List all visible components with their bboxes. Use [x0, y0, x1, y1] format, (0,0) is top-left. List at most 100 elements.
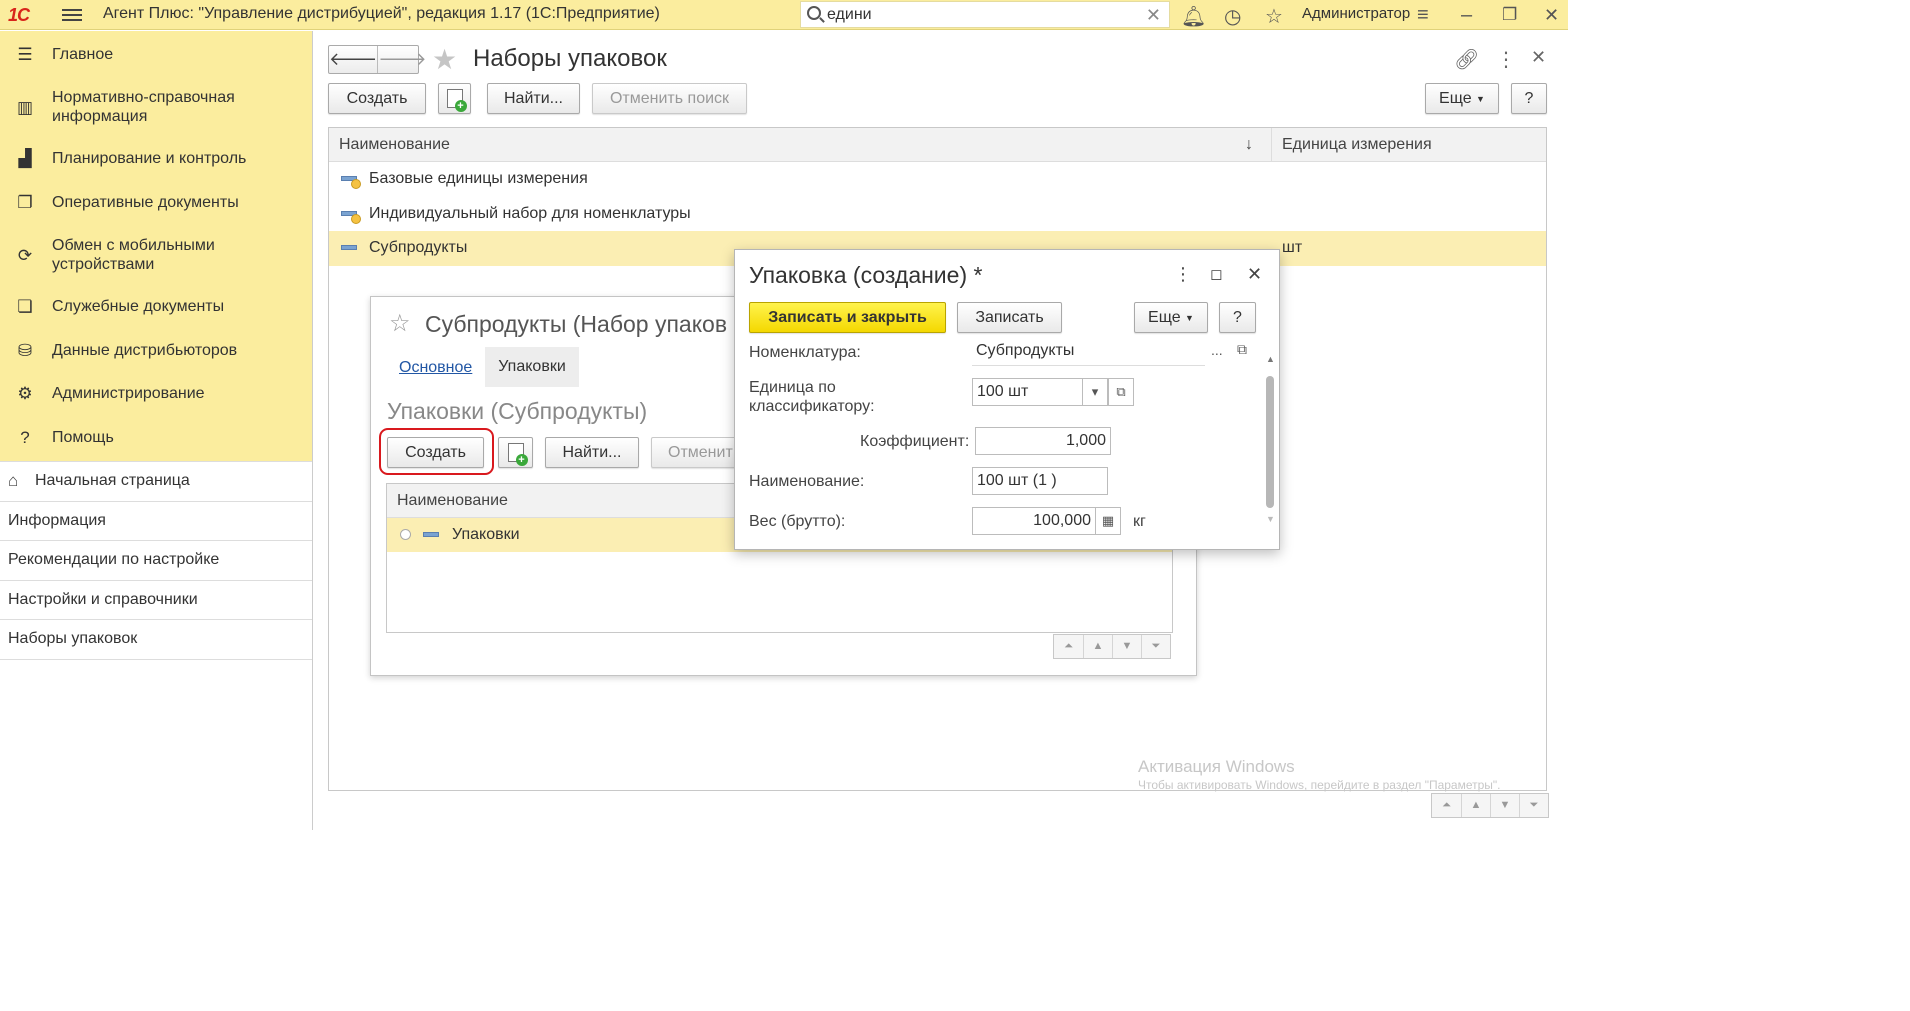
first-page-icon[interactable]: ⏶ [1054, 635, 1083, 658]
minimize-icon[interactable]: – [1461, 4, 1472, 27]
more-button[interactable]: Еще ▼ [1134, 302, 1208, 333]
coefficient-field[interactable]: 1,000 [975, 427, 1111, 455]
dialog-scrollbar[interactable]: ▲ ▼ [1266, 354, 1275, 524]
more-vertical-icon[interactable]: ⋮ [1174, 264, 1192, 285]
weight-label: Вес (брутто): [749, 513, 846, 530]
section-administration[interactable]: ⚙ Администрирование [0, 373, 312, 417]
section-reference[interactable]: ▥ Нормативно-справочная информация [0, 77, 312, 138]
unit-dropdown-icon[interactable]: ▾ [1082, 378, 1108, 406]
section-help[interactable]: ? Помощь [0, 416, 312, 460]
history-nav: 🡐 🡒 [328, 45, 427, 74]
nav-information[interactable]: Информация [0, 501, 312, 541]
section-heading: Упаковки (Субпродукты) [387, 398, 648, 424]
sync-icon: ⟳ [17, 245, 33, 265]
last-page-icon[interactable]: ⏷ [1519, 794, 1548, 817]
more-vertical-icon[interactable]: ⋮ [1496, 47, 1516, 72]
user-name[interactable]: Администратор [1302, 5, 1410, 22]
column-header-name[interactable]: Наименование ↓ [329, 128, 1272, 161]
add-document-icon [446, 89, 467, 112]
close-icon[interactable]: ✕ [1544, 5, 1559, 26]
table-row[interactable]: Индивидуальный набор для номенклатуры [329, 197, 1546, 232]
table-row[interactable]: Базовые единицы измерения [329, 162, 1546, 197]
link-icon[interactable]: 🔗︎ [1454, 47, 1479, 72]
nav-home[interactable]: ⌂ Начальная страница [0, 462, 312, 502]
select-ellipsis-icon[interactable]: ... [1211, 342, 1223, 358]
service-docs-icon: ❏ [17, 297, 33, 317]
activation-watermark-title: Активация Windows [1138, 757, 1295, 776]
unit-field[interactable]: 100 шт [972, 378, 1083, 406]
nav-recommendations[interactable]: Рекомендации по настройке [0, 541, 312, 581]
scroll-thumb[interactable] [1266, 376, 1274, 508]
section-main[interactable]: ☰ Главное [0, 33, 312, 77]
package-create-dialog: Упаковка (создание) * ⋮ ◻ ✕ Записать и з… [734, 249, 1280, 550]
weight-field[interactable]: 100,000 [972, 507, 1096, 535]
distributors-icon: ⛁ [17, 340, 33, 360]
dropdown-arrow-icon: ▼ [1476, 93, 1485, 104]
gear-icon: ⚙ [17, 384, 33, 404]
more-button[interactable]: Еще ▼ [1425, 83, 1499, 114]
global-search[interactable]: ✕ [800, 1, 1170, 28]
search-icon [807, 6, 821, 20]
name-field[interactable]: 100 шт (1 ) [972, 467, 1108, 495]
search-input[interactable] [827, 5, 1127, 25]
nav-settings-references[interactable]: Настройки и справочники [0, 580, 312, 620]
tab-packages[interactable]: Упаковки [485, 347, 579, 387]
restore-icon[interactable]: ❐ [1502, 5, 1517, 25]
find-button[interactable]: Найти... [545, 437, 639, 468]
bell-icon[interactable]: 🔔︎ [1181, 4, 1206, 29]
table-pager: ⏶ ▲ ▼ ⏷ [1053, 634, 1171, 659]
scroll-down-icon[interactable]: ▼ [1266, 514, 1275, 524]
clear-search-icon[interactable]: ✕ [1146, 5, 1161, 26]
scroll-up-icon[interactable]: ▲ [1266, 354, 1275, 364]
nomenclature-field[interactable]: Субпродукты [972, 338, 1205, 366]
app-logo: 1С [8, 5, 30, 25]
first-page-icon[interactable]: ⏶ [1432, 794, 1461, 817]
back-arrow-icon[interactable]: 🡐 [329, 46, 377, 73]
help-button[interactable]: ? [1219, 302, 1256, 333]
book-icon: ▥ [16, 97, 34, 117]
prev-page-icon[interactable]: ▲ [1083, 635, 1112, 658]
calculator-icon[interactable]: ▦ [1095, 507, 1121, 535]
cancel-search-button[interactable]: Отменить поиск [592, 83, 747, 114]
create-copy-button[interactable] [498, 437, 533, 468]
create-button[interactable]: Создать [328, 83, 426, 114]
close-dialog-icon[interactable]: ✕ [1247, 264, 1262, 285]
section-service-docs[interactable]: ❏ Служебные документы [0, 286, 312, 330]
find-button[interactable]: Найти... [487, 83, 580, 114]
create-copy-button[interactable] [438, 83, 471, 114]
open-icon[interactable]: ⧉ [1237, 341, 1247, 358]
item-icon [341, 210, 361, 224]
favorite-star-icon[interactable]: ★ [432, 43, 457, 76]
open-icon[interactable]: ⧉ [1108, 378, 1134, 406]
main-menu-icon[interactable] [62, 6, 82, 24]
section-mobile-exchange[interactable]: ⟳ Обмен с мобильными устройствами [0, 225, 312, 286]
create-package-button[interactable]: Создать [387, 437, 484, 468]
forward-arrow-icon[interactable]: 🡒 [377, 46, 427, 73]
save-button[interactable]: Записать [957, 302, 1062, 333]
section-planning[interactable]: ▟ Планирование и контроль [0, 138, 312, 182]
name-label: Наименование: [749, 473, 865, 490]
help-button[interactable]: ? [1511, 83, 1547, 114]
history-icon[interactable]: ◷ [1224, 4, 1241, 29]
section-operational-docs[interactable]: ❐ Оперативные документы [0, 181, 312, 225]
weight-unit: кг [1133, 513, 1146, 530]
favorite-star-icon[interactable]: ☆ [389, 309, 411, 338]
nav-package-sets[interactable]: Наборы упаковок [0, 620, 312, 660]
settings-lines-icon[interactable]: ≡ [1417, 4, 1429, 27]
next-page-icon[interactable]: ▼ [1112, 635, 1141, 658]
save-and-close-button[interactable]: Записать и закрыть [749, 302, 946, 333]
last-page-icon[interactable]: ⏷ [1141, 635, 1170, 658]
next-page-icon[interactable]: ▼ [1490, 794, 1519, 817]
cancel-search-button[interactable]: Отменит [651, 437, 741, 468]
column-header-unit[interactable]: Единица измерения [1272, 128, 1432, 161]
maximize-icon[interactable]: ◻ [1210, 265, 1222, 283]
table-pager: ⏶ ▲ ▼ ⏷ [1431, 793, 1549, 818]
coefficient-label: Коэффициент: [860, 433, 970, 450]
star-icon[interactable]: ☆ [1265, 4, 1283, 29]
tab-main[interactable]: Основное [399, 359, 472, 377]
section-distributors[interactable]: ⛁ Данные дистрибьюторов [0, 329, 312, 373]
prev-page-icon[interactable]: ▲ [1461, 794, 1490, 817]
sidebar: ☰ Главное ▥ Нормативно-справочная информ… [0, 31, 313, 830]
open-windows-list: ⌂ Начальная страница Информация Рекоменд… [0, 461, 312, 660]
close-form-icon[interactable]: ✕ [1531, 47, 1546, 68]
